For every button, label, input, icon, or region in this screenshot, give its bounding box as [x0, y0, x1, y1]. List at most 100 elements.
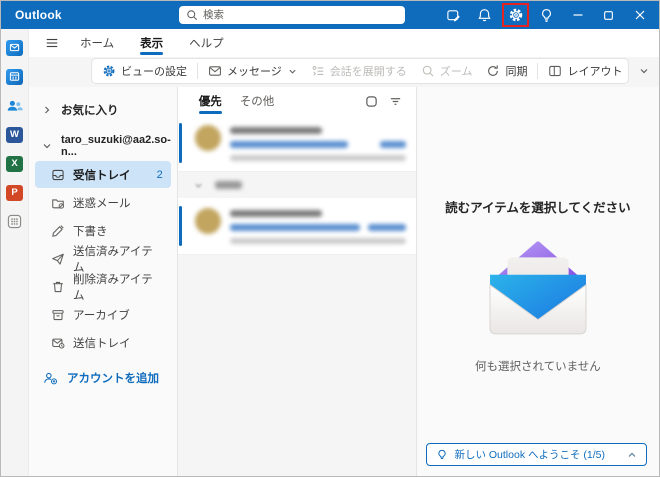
- account-row[interactable]: taro_suzuki@aa2.so-n...: [29, 132, 177, 160]
- select-icon: [365, 95, 378, 108]
- settings-button[interactable]: [500, 1, 531, 29]
- close-button[interactable]: [624, 1, 655, 29]
- select-messages-button[interactable]: [360, 89, 384, 113]
- minimize-icon: [572, 9, 584, 21]
- rail-item-people[interactable]: [5, 96, 25, 115]
- tab-home[interactable]: ホーム: [67, 29, 127, 57]
- rail-item-more-apps[interactable]: [5, 212, 25, 231]
- chevron-down-icon: [194, 181, 203, 190]
- rail-item-mail[interactable]: [5, 38, 25, 57]
- chevron-up-icon[interactable]: [627, 450, 637, 460]
- rail-item-excel[interactable]: X: [5, 154, 25, 173]
- apps-grid-icon: [7, 214, 22, 229]
- minimize-button[interactable]: [562, 1, 593, 29]
- tab-other[interactable]: その他: [231, 87, 284, 115]
- blurred-subject: [229, 224, 360, 231]
- bell-icon: [477, 8, 492, 23]
- notifications-button[interactable]: [469, 1, 500, 29]
- unread-indicator: [178, 206, 182, 246]
- word-icon: W: [6, 126, 23, 143]
- folder-inbox[interactable]: 受信トレイ 2: [35, 161, 171, 188]
- favorites-label: お気に入り: [61, 105, 119, 117]
- rail-item-powerpoint[interactable]: P: [5, 183, 25, 202]
- blurred-preview: [229, 155, 406, 161]
- send-icon: [51, 252, 65, 266]
- blurred-sender: [229, 210, 322, 217]
- tips-button[interactable]: [531, 1, 562, 29]
- tab-view[interactable]: 表示: [127, 29, 176, 57]
- blurred-preview: [229, 238, 406, 244]
- chevron-down-icon: [42, 141, 52, 151]
- lightbulb-icon: [436, 449, 448, 461]
- list-group-header[interactable]: [177, 172, 416, 198]
- mail-list-item[interactable]: [177, 115, 416, 172]
- hamburger-icon: [45, 36, 59, 50]
- mail-item-blurred-text: [229, 208, 406, 244]
- ribbon-divider: [537, 63, 539, 79]
- folder-sent-items[interactable]: 送信済みアイテム: [35, 245, 171, 274]
- chevron-down-icon: [288, 67, 297, 76]
- add-account-label: アカウントを追加: [67, 373, 159, 385]
- zoom-magnifier-icon: [421, 64, 435, 78]
- search-input[interactable]: [203, 9, 398, 21]
- message-list-header: 優先 その他: [177, 87, 416, 115]
- list-empty-area: [177, 255, 416, 476]
- maximize-button[interactable]: [593, 1, 624, 29]
- filter-icon: [389, 95, 402, 108]
- expand-conversation-icon: [311, 64, 325, 78]
- blurred-subject: [229, 141, 348, 148]
- zoom-label: ズーム: [439, 66, 473, 78]
- folder-label: 受信トレイ: [73, 169, 131, 182]
- chevron-down-icon: [639, 66, 649, 76]
- rail-item-word[interactable]: W: [5, 125, 25, 144]
- people-icon: [6, 98, 23, 113]
- pencil-icon: [51, 224, 65, 238]
- view-settings-label: ビューの設定: [121, 66, 187, 78]
- archive-icon: [51, 308, 65, 322]
- blurred-date: [379, 141, 406, 148]
- folder-outbox[interactable]: 送信トレイ: [35, 329, 171, 356]
- titlebar: Outlook: [1, 1, 659, 29]
- folder-drafts[interactable]: 下書き: [35, 217, 171, 244]
- search-box[interactable]: [179, 6, 405, 24]
- sync-button[interactable]: 同期: [479, 60, 534, 82]
- ribbon-collapse-button[interactable]: [633, 60, 655, 82]
- nav-toggle-button[interactable]: [37, 30, 67, 56]
- folder-archive[interactable]: アーカイブ: [35, 301, 171, 328]
- excel-icon: X: [6, 155, 23, 172]
- blurred-date: [367, 224, 406, 231]
- calendar-icon: [6, 68, 23, 85]
- message-button[interactable]: メッセージ: [201, 60, 304, 82]
- layout-button[interactable]: レイアウト: [541, 60, 628, 82]
- message-list: 優先 その他: [176, 87, 417, 476]
- mail-list-item[interactable]: [177, 198, 416, 255]
- view-settings-button[interactable]: ビューの設定: [95, 60, 194, 82]
- expand-conversation-label: 会話を展開する: [329, 66, 407, 78]
- app-title: Outlook: [15, 8, 62, 22]
- highlight-box: [502, 3, 529, 27]
- layout-label: レイアウト: [567, 66, 623, 78]
- folder-deleted-items[interactable]: 削除済みアイテム: [35, 273, 171, 302]
- favorites-row[interactable]: お気に入り: [29, 96, 177, 124]
- blurred-group-label: [214, 181, 242, 189]
- welcome-teaching-callout[interactable]: 新しい Outlook へようこそ (1/5): [426, 443, 647, 466]
- chevron-right-icon: [42, 105, 52, 115]
- ribbon: ビューの設定 メッセージ 会話を展開する ズーム 同期 レイアウト: [29, 57, 659, 87]
- rail-item-calendar[interactable]: [5, 67, 25, 86]
- outlook-mail-icon: [6, 39, 23, 56]
- feedback-button[interactable]: [438, 1, 469, 29]
- empty-state-title: 読むアイテムを選択してください: [445, 201, 631, 215]
- tab-help[interactable]: ヘルプ: [176, 29, 237, 57]
- add-account-button[interactable]: アカウントを追加: [29, 370, 177, 386]
- ribbon-divider: [197, 63, 198, 79]
- layout-icon: [548, 64, 562, 78]
- tab-focused[interactable]: 優先: [190, 87, 231, 115]
- close-icon: [634, 9, 646, 21]
- reading-pane: 読むアイテムを選択してください 何も選択されていません 新しい Outlook …: [416, 87, 659, 476]
- folder-label: 送信トレイ: [73, 337, 131, 350]
- folder-junk[interactable]: 迷惑メール: [35, 189, 171, 216]
- filter-button[interactable]: [384, 89, 408, 113]
- sync-icon: [486, 64, 500, 78]
- ribbon-card: ビューの設定 メッセージ 会話を展開する ズーム 同期 レイアウト: [91, 58, 629, 84]
- feedback-icon: [446, 8, 461, 23]
